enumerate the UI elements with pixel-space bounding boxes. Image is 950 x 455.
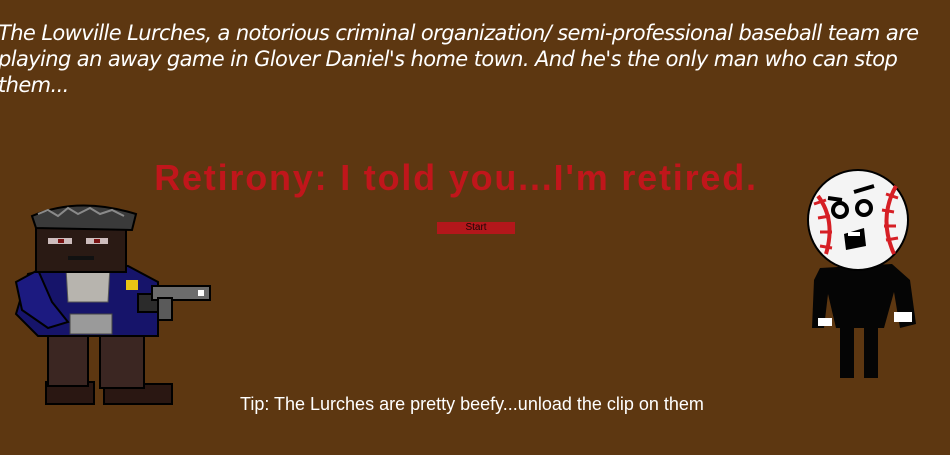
start-button[interactable]: Start [437,222,515,234]
lurch-enemy-sprite [807,169,916,378]
intro-story-text: The Lowville Lurches, a notorious crimin… [0,21,919,97]
gameplay-tip: Tip: The Lurches are pretty beefy...unlo… [240,394,704,414]
glover-daniel-sprite [14,204,211,405]
game-title: Retirony: I told you...I'm retired. [154,157,758,198]
